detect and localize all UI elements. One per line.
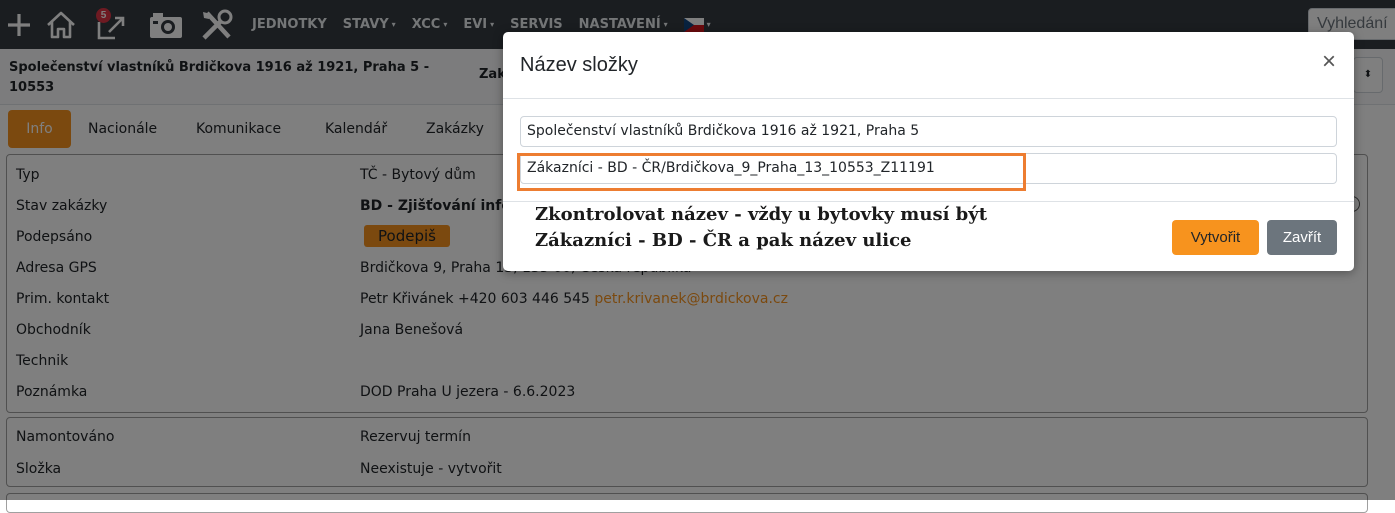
create-button[interactable]: Vytvořit	[1172, 220, 1259, 255]
folder-name-input[interactable]: Společenství vlastníků Brdičkova 1916 až…	[520, 116, 1337, 147]
annotation-note: Zkontrolovat název - vždy u bytovky musí…	[535, 202, 987, 254]
close-icon[interactable]: ×	[1322, 50, 1336, 74]
folder-name-dialog: Název složky × Společenství vlastníků Br…	[503, 32, 1354, 271]
dialog-title: Název složky	[520, 54, 638, 76]
annotation-note-line1: Zkontrolovat název - vždy u bytovky musí…	[535, 204, 988, 225]
close-button[interactable]: Zavřít	[1267, 220, 1337, 255]
annotation-note-line2: Zákazníci - BD - ČR a pak název ulice	[535, 230, 912, 251]
dialog-header: Název složky ×	[503, 32, 1354, 99]
annotation-highlight-box	[517, 153, 1026, 191]
